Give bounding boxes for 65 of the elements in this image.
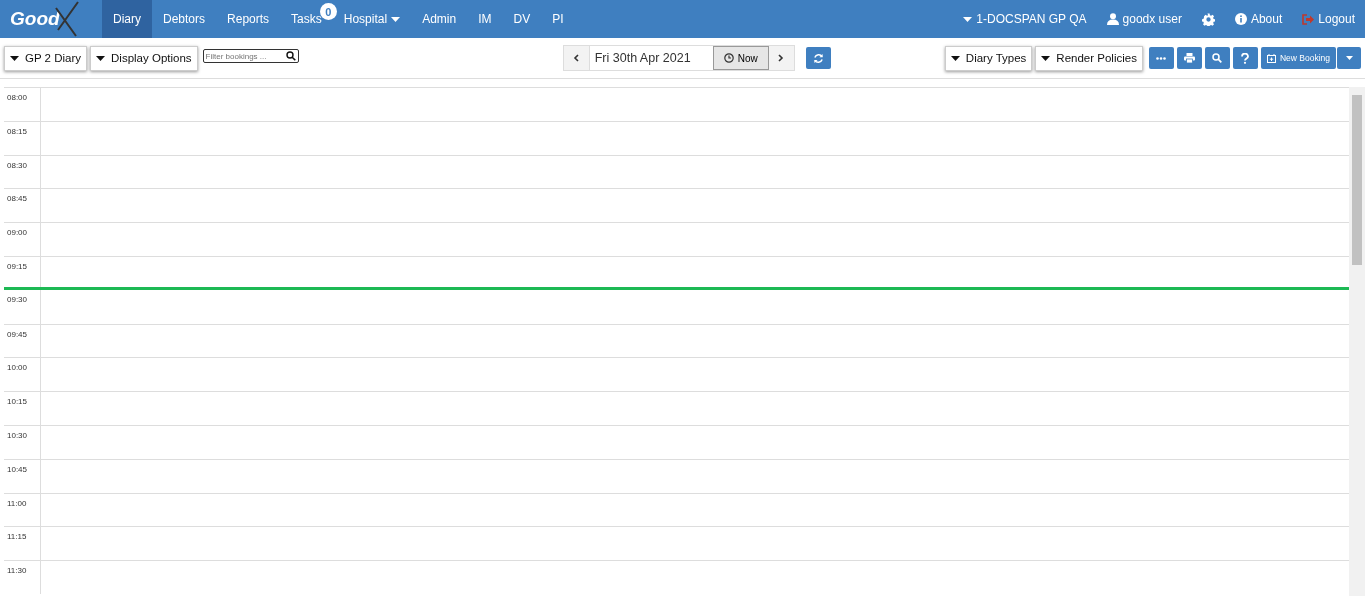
calendar-plus-icon: [1266, 53, 1276, 63]
scrollbar[interactable]: [1349, 87, 1365, 596]
refresh-icon: [812, 52, 824, 64]
nav-tab[interactable]: Debtors: [152, 0, 217, 38]
logout-icon: [1302, 13, 1315, 25]
now-button[interactable]: Now: [712, 46, 769, 70]
about-link[interactable]: About: [1224, 0, 1293, 38]
time-label: 08:00: [6, 92, 29, 102]
settings-icon: [1201, 12, 1215, 26]
more-button[interactable]: [1148, 47, 1174, 69]
chevron-left-icon: [573, 54, 580, 62]
time-label: 10:15: [6, 396, 29, 407]
ellipsis-icon: [1156, 56, 1167, 60]
print-button[interactable]: [1176, 47, 1202, 69]
refresh-button[interactable]: [805, 47, 831, 69]
search-icon: [1212, 53, 1223, 63]
search-icon: [285, 51, 296, 61]
printer-icon: [1183, 53, 1195, 63]
diary-types-dropdown[interactable]: Diary Types: [944, 45, 1033, 71]
caret-icon: [950, 55, 960, 61]
nav-tab[interactable]: PI: [541, 0, 575, 38]
chevron-right-icon: [778, 54, 785, 62]
time-label: 11:30: [6, 565, 28, 576]
next-day-button[interactable]: [768, 46, 794, 70]
time-label: 08:30: [6, 159, 29, 170]
user-icon: [1106, 13, 1119, 25]
time-label: 09:00: [6, 227, 29, 238]
time-label: 11:15: [6, 531, 28, 542]
caret-icon: [96, 55, 106, 61]
time-label: 09:30: [6, 293, 29, 304]
new-booking-dropdown[interactable]: [1337, 47, 1361, 69]
nav-tab[interactable]: Diary: [102, 0, 152, 38]
previous-day-button[interactable]: [563, 46, 589, 70]
filter-field[interactable]: Filter bookings ...: [202, 49, 299, 63]
diary-dropdown[interactable]: GP 2 Diary: [4, 45, 88, 71]
nav-tab[interactable]: Reports: [216, 0, 281, 38]
time-label: 08:15: [6, 125, 29, 136]
info-icon: [1234, 13, 1247, 25]
practice-dropdown[interactable]: 1-DOCSPAN GP QA: [953, 0, 1097, 38]
nav-tab[interactable]: Admin: [411, 0, 468, 38]
time-label: 09:45: [6, 328, 29, 339]
time-label: 10:45: [6, 463, 29, 474]
time-label: 09:15: [6, 261, 29, 271]
new-booking-button[interactable]: New Booking: [1260, 47, 1336, 69]
nav-tab[interactable]: IM: [467, 0, 503, 38]
clock-icon: [723, 53, 734, 63]
time-label: 10:00: [6, 362, 29, 373]
caret-icon: [963, 16, 973, 22]
display-options-dropdown[interactable]: Display Options: [90, 45, 198, 71]
logo[interactable]: Good: [0, 0, 102, 38]
time-label: 08:45: [6, 193, 29, 204]
date-field[interactable]: Fri 30th Apr 2021: [588, 46, 713, 70]
question-mark-icon: [1241, 52, 1250, 64]
caret-icon: [1041, 55, 1051, 61]
logout-link[interactable]: Logout: [1292, 0, 1365, 38]
caret-icon: [10, 55, 19, 61]
render-policies-dropdown[interactable]: Render Policies: [1035, 45, 1143, 71]
nav-tab[interactable]: DV: [502, 0, 542, 38]
caret-icon: [1345, 56, 1353, 60]
search-button[interactable]: [1204, 47, 1230, 69]
help-button[interactable]: [1232, 47, 1258, 69]
user-menu[interactable]: goodx user: [1096, 0, 1192, 38]
time-label: 11:00: [6, 497, 28, 508]
scrollbar-thumb[interactable]: [1352, 95, 1362, 265]
time-label: 10:30: [6, 429, 29, 440]
